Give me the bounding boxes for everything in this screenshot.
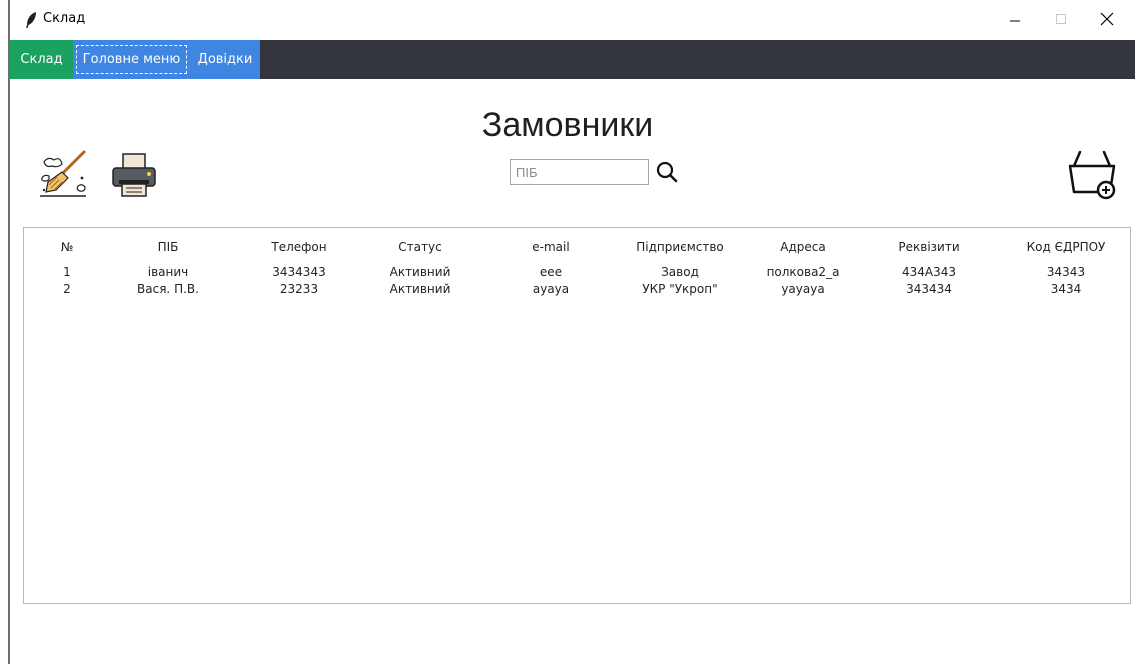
menu-item-label: Склад [20,52,63,67]
search-icon [656,161,678,183]
search-button[interactable] [653,157,681,187]
table-cell: Активний [389,265,451,279]
table-cell: іванич [147,265,189,279]
search-input[interactable] [510,159,649,185]
page-title: Замовники [481,106,654,144]
column-header[interactable]: Реквізити [869,240,989,254]
table-cell: полкова2_а [766,265,840,279]
close-icon [1100,12,1114,26]
table-cell: yayaya [781,282,825,296]
column-header[interactable]: Код ЄДРПОУ [1006,240,1126,254]
table-cell: 3434343 [272,265,326,279]
table-cell: 34343 [1046,265,1086,279]
table-cell: Завод [661,265,699,279]
menu-item-references[interactable]: Довідки [190,40,260,79]
table-cell: eee [539,265,563,279]
menu-item-label: Головне меню [75,45,188,74]
feather-icon [26,12,36,28]
window-border [8,0,10,664]
maximize-icon [1056,14,1066,24]
column-header[interactable]: Телефон [239,240,359,254]
menu-item-main-menu[interactable]: Головне меню [73,40,190,79]
column-header[interactable]: Підприємство [620,240,740,254]
broom-icon[interactable] [38,150,90,198]
close-button[interactable] [1084,4,1130,34]
table-cell: 434А343 [901,265,957,279]
column-header[interactable]: e-mail [491,240,611,254]
column-header[interactable]: Адреса [743,240,863,254]
title-bar: Склад [10,0,1135,40]
menu-bar: Склад Головне меню Довідки [10,40,1135,79]
menu-item-label: Довідки [197,52,253,67]
minimize-button[interactable] [992,4,1038,34]
printer-icon[interactable] [109,152,159,198]
table-cell: ayaya [532,282,570,296]
table-cell: Вася. П.В. [137,282,199,296]
table-cell: Активний [389,282,451,296]
menu-item-sklad[interactable]: Склад [10,40,73,79]
table-cell: 3434 [1050,282,1082,296]
table-cell: УКР "Укроп" [642,282,718,296]
minimize-icon [1010,20,1020,22]
window-title: Склад [43,11,86,26]
table-cell: 343434 [906,282,952,296]
column-header[interactable]: Статус [360,240,480,254]
maximize-button[interactable] [1038,4,1084,34]
basket-add-icon[interactable] [1066,148,1118,200]
table-cell: 23233 [279,282,319,296]
column-header[interactable]: ПІБ [108,240,228,254]
